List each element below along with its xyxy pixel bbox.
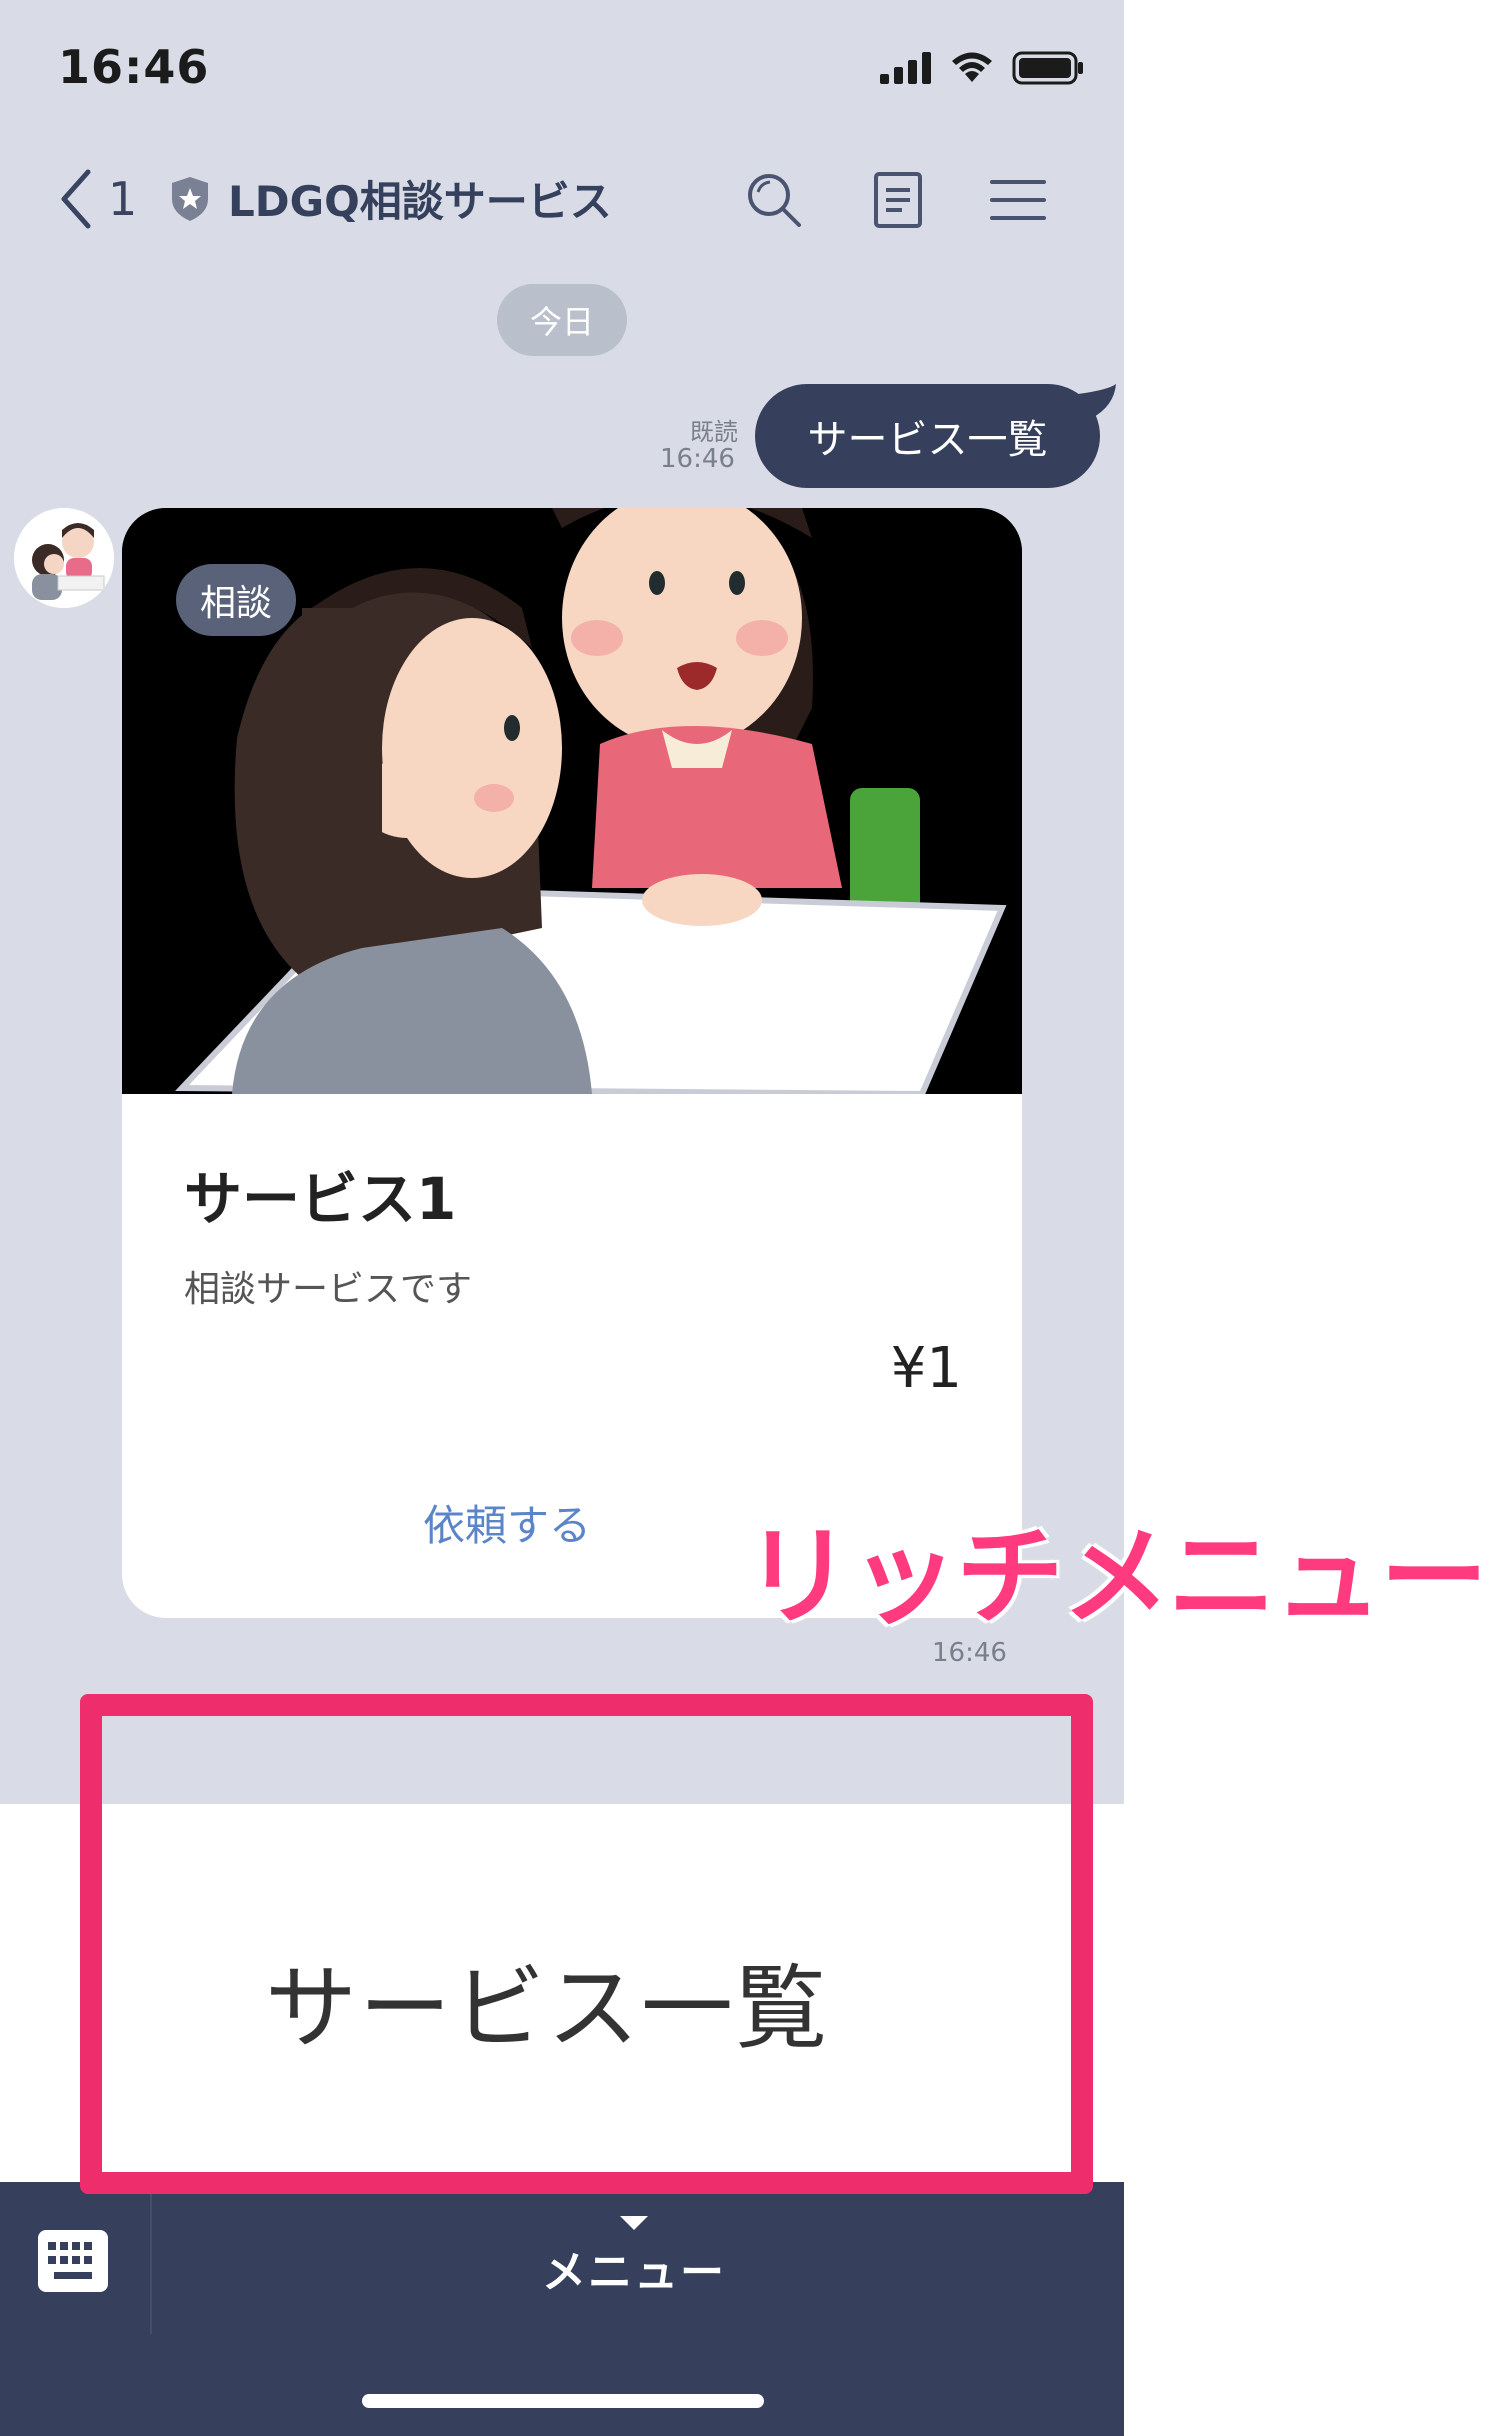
- annotation-label: リッチメニュー: [744, 1515, 1488, 1640]
- chat-title-wrap[interactable]: LDGQ相談サービス: [168, 168, 612, 229]
- verified-shield-icon: [172, 176, 208, 221]
- chat-title: LDGQ相談サービス: [228, 177, 612, 226]
- avatar-illustration-icon: [14, 508, 114, 608]
- caret-down-icon: [620, 2216, 648, 2230]
- signal-icon: [880, 52, 931, 84]
- sent-message-time: 16:46: [660, 444, 735, 474]
- location-arrow-icon: [861, 68, 862, 69]
- back-button[interactable]: 1: [58, 164, 148, 234]
- card-title: サービス1: [184, 1165, 457, 1233]
- card-description: 相談サービスです: [184, 1269, 473, 1310]
- hamburger-menu-icon[interactable]: [988, 170, 1048, 230]
- status-icons: [861, 50, 1084, 86]
- keyboard-icon[interactable]: [36, 2228, 110, 2294]
- menu-toggle-label: メニュー: [542, 2247, 726, 2298]
- status-time: 16:46: [58, 40, 210, 94]
- sent-message-bubble[interactable]: サービス一覧: [755, 384, 1100, 488]
- notes-icon[interactable]: [868, 170, 928, 230]
- avatar[interactable]: [14, 508, 114, 608]
- search-icon[interactable]: [744, 170, 804, 230]
- annotation-highlight-box: [80, 1694, 1093, 2194]
- unread-count: 1: [108, 172, 138, 226]
- read-receipt: 既読: [690, 418, 738, 446]
- chevron-left-icon: [61, 169, 91, 229]
- card-hero-image: 相談: [122, 508, 1022, 1098]
- request-button-label: 依頼する: [422, 1501, 591, 1550]
- home-indicator: [362, 2394, 764, 2408]
- battery-icon: [1012, 51, 1083, 85]
- wifi-icon: [952, 52, 992, 82]
- menu-toggle-button[interactable]: メニュー: [152, 2182, 1124, 2334]
- card-price: ¥1: [890, 1336, 962, 1401]
- bottom-bar: メニュー: [0, 2182, 1124, 2436]
- category-tag: 相談: [176, 564, 297, 636]
- service-card[interactable]: 相談 サービス1 相談サービスです ¥1 依頼する: [122, 508, 1022, 1618]
- date-separator: 今日: [497, 284, 627, 356]
- chat-header: 1 LDGQ相談サービス: [0, 150, 1124, 250]
